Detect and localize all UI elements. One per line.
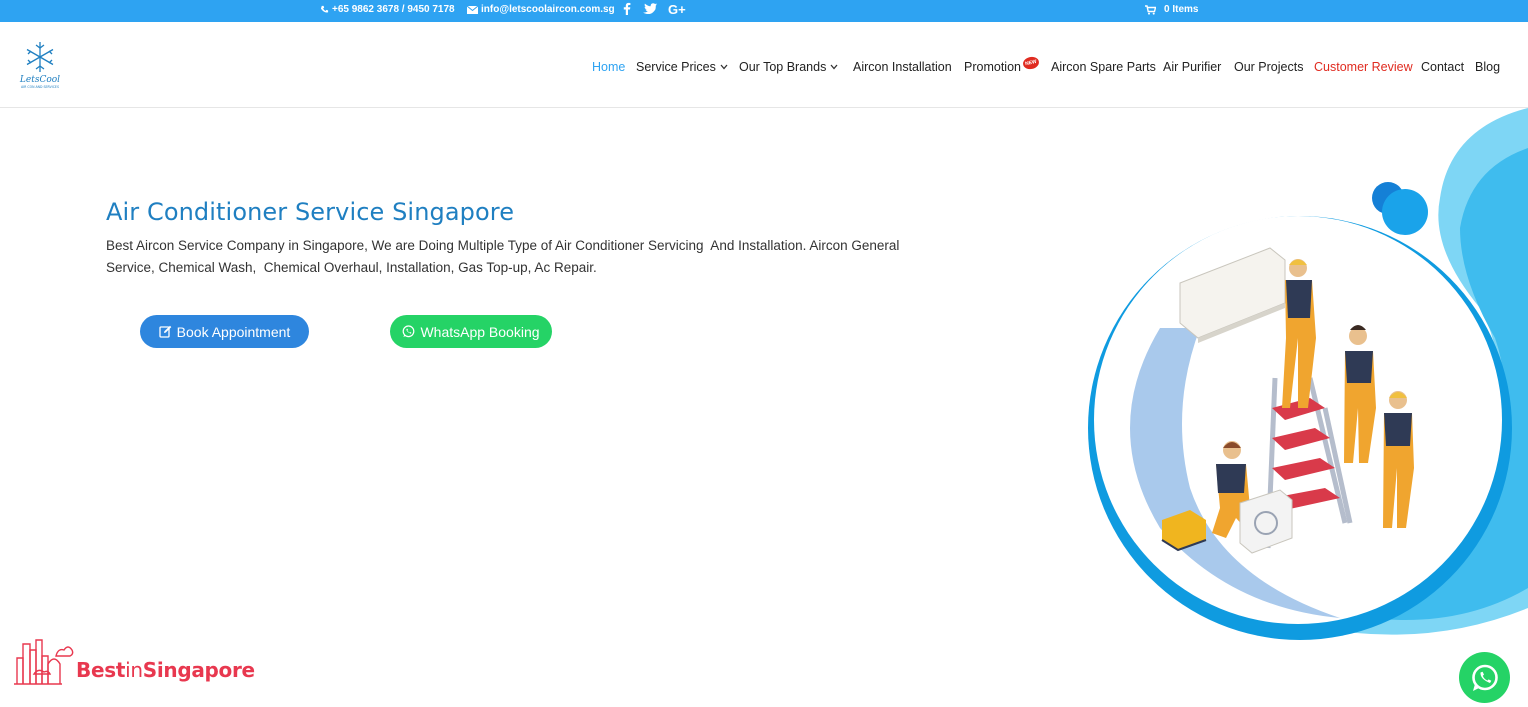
nav-aircon-installation[interactable]: Aircon Installation (853, 60, 952, 74)
nav-aircon-installation-label: Aircon Installation (853, 60, 952, 74)
nav-air-purifier-label: Air Purifier (1163, 60, 1222, 74)
bis-best: Best (76, 658, 126, 682)
nav-spare-parts-label: Aircon Spare Parts (1051, 60, 1156, 74)
nav-our-projects[interactable]: Our Projects (1234, 60, 1303, 74)
logo-tagline: AIR CON AND SERVICES (21, 85, 59, 89)
site-header: LetsCool AIR CON AND SERVICES Home Servi… (0, 22, 1528, 108)
nav-customer-review-label: Customer Review (1314, 60, 1413, 74)
nav-home-label: Home (592, 60, 626, 74)
nav-customer-review[interactable]: Customer Review (1314, 60, 1413, 74)
google-plus-link[interactable]: G+ (668, 2, 686, 17)
nav-service-prices[interactable]: Service Prices (636, 60, 728, 74)
cart-icon (1145, 4, 1156, 15)
nav-top-brands[interactable]: Our Top Brands (739, 60, 838, 74)
email-link[interactable]: info@letscoolaircon.com.sg (467, 4, 615, 15)
phone-icon (320, 5, 329, 13)
nav-promotion-label: Promotion (964, 60, 1021, 74)
bestinsingapore-wordmark: BestinSingapore (76, 658, 255, 682)
whatsapp-float-button[interactable] (1459, 652, 1510, 703)
email-text: info@letscoolaircon.com.sg (481, 4, 615, 15)
book-appointment-button[interactable]: Book Appointment (140, 315, 309, 348)
envelope-icon (467, 5, 478, 14)
nav-our-projects-label: Our Projects (1234, 60, 1304, 74)
phone-text: +65 9862 3678 / 9450 7178 (332, 4, 455, 15)
bestinsingapore-badge[interactable]: BestinSingapore (14, 636, 255, 686)
nav-air-purifier[interactable]: Air Purifier (1163, 60, 1221, 74)
nav-promotion[interactable]: Promotion (964, 60, 1021, 74)
city-skyline-icon (14, 639, 74, 685)
hero-description: Best Aircon Service Company in Singapore… (106, 238, 904, 275)
bis-in: in (125, 658, 143, 682)
whatsapp-booking-button[interactable]: WhatsApp Booking (390, 315, 552, 348)
nav-contact[interactable]: Contact (1421, 60, 1464, 74)
nav-blog-label: Blog (1475, 60, 1501, 74)
twitter-icon (643, 3, 657, 14)
site-logo[interactable]: LetsCool AIR CON AND SERVICES (14, 38, 66, 90)
nav-service-prices-label: Service Prices (636, 60, 716, 74)
nav-blog[interactable]: Blog (1475, 60, 1500, 74)
nav-home[interactable]: Home (592, 60, 625, 74)
snowflake-logo-icon: LetsCool AIR CON AND SERVICES (19, 42, 60, 89)
edit-icon (159, 325, 171, 338)
nav-top-brands-label: Our Top Brands (739, 60, 827, 74)
facebook-icon (623, 2, 631, 15)
bis-singapore: Singapore (142, 658, 255, 682)
cart-link[interactable]: 0 Items (1145, 4, 1198, 15)
hero-title: Air Conditioner Service Singapore (106, 198, 515, 226)
nav-spare-parts[interactable]: Aircon Spare Parts (1051, 60, 1156, 74)
cart-count: 0 Items (1164, 4, 1199, 15)
whatsapp-icon (403, 325, 415, 338)
logo-name: LetsCool (19, 75, 60, 85)
top-bar: +65 9862 3678 / 9450 7178 info@letscoola… (0, 0, 1528, 22)
whatsapp-booking-label: WhatsApp Booking (420, 323, 540, 340)
facebook-link[interactable] (623, 2, 631, 15)
phone-link[interactable]: +65 9862 3678 / 9450 7178 (320, 4, 455, 15)
book-appointment-label: Book Appointment (176, 323, 291, 340)
new-badge: NEW (1021, 55, 1041, 71)
chevron-down-icon (830, 64, 838, 70)
nav-contact-label: Contact (1421, 60, 1465, 74)
whatsapp-icon (1471, 664, 1498, 691)
google-plus-icon: G+ (668, 2, 686, 17)
technicians-illustration (1088, 108, 1528, 640)
twitter-link[interactable] (643, 3, 657, 14)
chevron-down-icon (720, 64, 728, 70)
